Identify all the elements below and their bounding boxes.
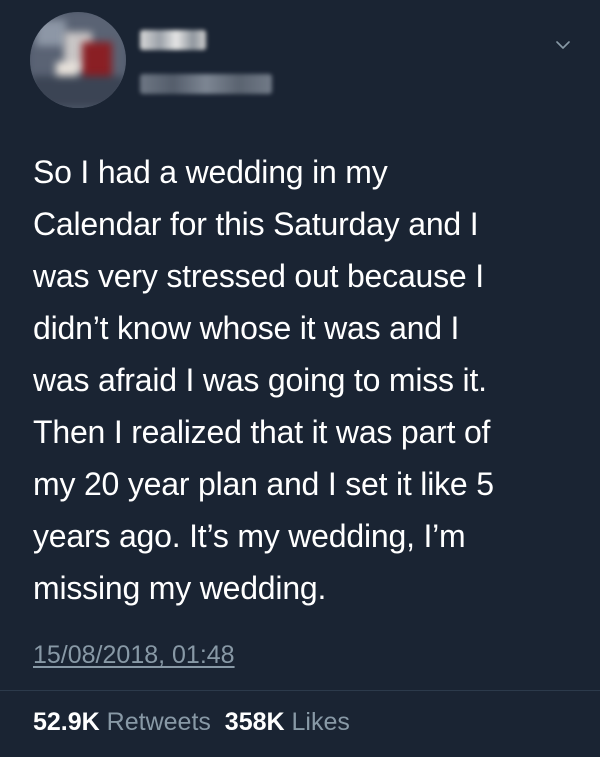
engagement-stats: 52.9K Retweets 358K Likes <box>33 707 350 737</box>
retweets-count: 52.9K <box>33 708 100 736</box>
username-redacted[interactable] <box>140 74 272 94</box>
tweet-text: So I had a wedding in my Calendar for th… <box>33 154 494 606</box>
tweet-card: So I had a wedding in my Calendar for th… <box>0 0 600 757</box>
likes-stat[interactable]: 358K Likes <box>225 708 350 736</box>
display-name-redacted[interactable] <box>140 30 206 50</box>
retweets-stat[interactable]: 52.9K Retweets <box>33 708 211 736</box>
chevron-down-icon[interactable] <box>556 38 570 52</box>
divider <box>0 690 600 691</box>
likes-label: Likes <box>291 708 350 736</box>
tweet-timestamp[interactable]: 15/08/2018, 01:48 <box>33 640 235 670</box>
retweets-label: Retweets <box>106 708 211 736</box>
likes-count: 358K <box>224 708 285 736</box>
avatar[interactable] <box>30 12 126 108</box>
